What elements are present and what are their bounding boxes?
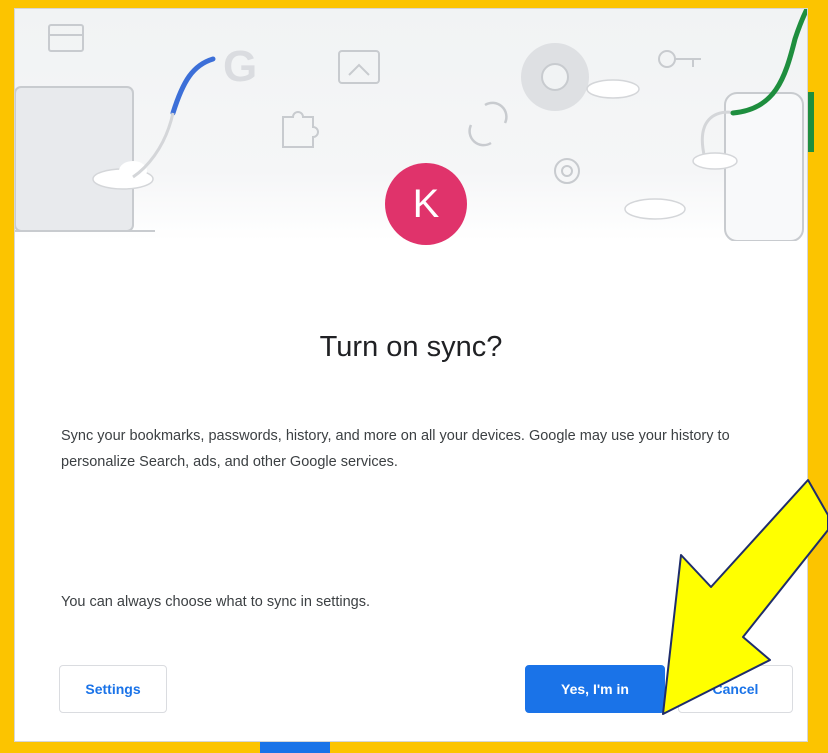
- background-tab: [260, 742, 330, 753]
- chrome-icon: [521, 43, 640, 111]
- svg-text:G: G: [223, 42, 257, 91]
- key-icon: [658, 50, 701, 68]
- card-icon: [48, 24, 84, 52]
- settings-note: You can always choose what to sync in se…: [61, 594, 370, 610]
- blue-connector-line: [170, 56, 216, 116]
- google-logo-icon: G: [223, 42, 257, 91]
- phone-icon: [724, 92, 804, 241]
- background-sliver: [808, 92, 814, 152]
- laptop-icon: [15, 86, 155, 232]
- sync-icon: [468, 101, 508, 147]
- settings-button[interactable]: Settings: [59, 665, 167, 713]
- gear-icon: [554, 158, 580, 184]
- account-avatar: K: [385, 163, 467, 245]
- dialog-title: Turn on sync?: [319, 331, 503, 363]
- image-icon: [338, 50, 380, 84]
- cancel-button[interactable]: Cancel: [678, 665, 793, 713]
- sync-dialog: G K Turn on sync? Sync your bookmarks, p…: [14, 8, 808, 742]
- sync-description: Sync your bookmarks, passwords, history,…: [61, 428, 730, 470]
- puzzle-icon: [282, 111, 319, 148]
- confirm-sync-button[interactable]: Yes, I'm in: [525, 665, 665, 713]
